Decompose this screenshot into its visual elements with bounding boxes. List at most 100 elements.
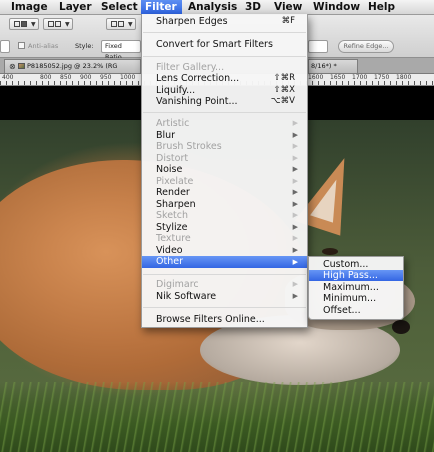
ruler-label: 850 <box>60 74 72 81</box>
document-tab-overflow[interactable]: 8/16*) * <box>308 59 358 73</box>
menu-layer[interactable]: Layer <box>55 0 96 14</box>
filter-dropdown-menu: Sharpen Edges ⌘F Convert for Smart Filte… <box>141 14 308 328</box>
menu-separator <box>143 32 306 33</box>
menu-separator <box>143 274 306 275</box>
submenu-item-high-pass[interactable]: High Pass... <box>309 270 403 281</box>
menu-3d[interactable]: 3D <box>241 0 265 14</box>
menu-item-lens-correction[interactable]: Lens Correction... ⇧⌘R <box>142 73 307 84</box>
menu-item-sketch: Sketch ▶ <box>142 210 307 221</box>
menu-item-label: Distort <box>156 153 189 164</box>
menu-item-browse-filters-online[interactable]: Browse Filters Online... <box>142 314 307 325</box>
document-tab[interactable]: ⊗ P8185052.jpg @ 23.2% (RG <box>4 59 141 73</box>
ruler-label: 950 <box>100 74 112 81</box>
submenu-arrow-icon: ▶ <box>292 188 298 196</box>
menu-item-artistic: Artistic ▶ <box>142 118 307 129</box>
menu-item-label: Sharpen <box>156 199 196 210</box>
refine-edge-button[interactable]: Refine Edge... <box>338 40 394 53</box>
submenu-arrow-icon: ▶ <box>292 154 298 162</box>
image-thumbnail-icon <box>18 63 25 69</box>
add-selection-icon <box>48 21 54 27</box>
menu-item-label: High Pass... <box>323 270 378 281</box>
menu-item-video[interactable]: Video ▶ <box>142 245 307 256</box>
menu-item-sharpen-edges[interactable]: Sharpen Edges ⌘F <box>142 16 307 27</box>
submenu-item-custom[interactable]: Custom... <box>309 259 403 270</box>
selection-mode-icon <box>14 21 20 27</box>
submenu-item-maximum[interactable]: Maximum... <box>309 282 403 293</box>
menu-item-nik-software[interactable]: Nik Software ▶ <box>142 291 307 302</box>
menu-item-convert-smart-filters[interactable]: Convert for Smart Filters <box>142 39 307 50</box>
menu-select[interactable]: Select <box>97 0 142 14</box>
document-tab-suffix: 8/16*) * <box>311 62 337 70</box>
menu-separator <box>143 307 306 308</box>
menu-item-digimarc: Digimarc ▶ <box>142 279 307 290</box>
selection-mode-icon <box>21 21 27 27</box>
menu-item-label: Brush Strokes <box>156 141 222 152</box>
submenu-item-minimum[interactable]: Minimum... <box>309 293 403 304</box>
menu-help[interactable]: Help <box>364 0 399 14</box>
menu-item-label: Texture <box>156 233 191 244</box>
menu-analysis[interactable]: Analysis <box>184 0 241 14</box>
submenu-item-offset[interactable]: Offset... <box>309 305 403 316</box>
height-field[interactable] <box>308 40 328 53</box>
feather-field[interactable] <box>0 40 10 53</box>
close-icon[interactable]: ⊗ <box>9 61 16 73</box>
menu-item-stylize[interactable]: Stylize ▶ <box>142 222 307 233</box>
document-tab-title: P8185052.jpg @ 23.2% (RG <box>27 62 118 70</box>
chevron-down-icon: ▼ <box>128 21 133 28</box>
menu-image[interactable]: Image <box>7 0 52 14</box>
menu-separator <box>143 112 306 113</box>
menu-item-sharpen[interactable]: Sharpen ▶ <box>142 199 307 210</box>
grass <box>0 382 434 452</box>
menu-item-blur[interactable]: Blur ▶ <box>142 130 307 141</box>
menu-item-label: Nik Software <box>156 291 217 302</box>
menu-item-other[interactable]: Other ▶ <box>142 256 307 268</box>
menu-window[interactable]: Window <box>309 0 364 14</box>
submenu-arrow-icon: ▶ <box>292 165 298 173</box>
submenu-arrow-icon: ▶ <box>292 211 298 219</box>
ruler-label: 1000 <box>120 74 136 81</box>
submenu-arrow-icon: ▶ <box>292 119 298 127</box>
menu-item-label: Digimarc <box>156 279 199 290</box>
menu-separator <box>143 56 306 57</box>
menu-item-label: Filter Gallery... <box>156 62 225 73</box>
shortcut-label: ⌘F <box>281 16 295 26</box>
style-select[interactable]: Fixed Ratio <box>101 40 141 61</box>
intersect-selection-icon <box>111 21 117 27</box>
menu-item-liquify[interactable]: Liquify... ⇧⌘X <box>142 85 307 96</box>
menu-item-label: Other <box>156 256 183 267</box>
shortcut-label: ⇧⌘X <box>273 85 295 95</box>
ruler-label: 400 <box>2 74 14 81</box>
tool-preset-button[interactable]: ▼ <box>9 18 39 30</box>
menu-item-label: Blur <box>156 130 176 141</box>
chevron-down-icon: ▼ <box>65 21 70 28</box>
fox-eye <box>322 248 338 255</box>
menu-item-label: Liquify... <box>156 85 196 96</box>
other-submenu: Custom... High Pass... Maximum... Minimu… <box>308 256 404 320</box>
menu-item-pixelate: Pixelate ▶ <box>142 176 307 187</box>
menu-item-label: Pixelate <box>156 176 194 187</box>
submenu-arrow-icon: ▶ <box>292 131 298 139</box>
anti-alias-checkbox[interactable] <box>18 42 25 49</box>
menu-item-label: Maximum... <box>323 282 379 293</box>
app-menu-bar: Image Layer Select Filter Analysis 3D Vi… <box>0 0 434 15</box>
menu-item-render[interactable]: Render ▶ <box>142 187 307 198</box>
submenu-arrow-icon: ▶ <box>292 177 298 185</box>
menu-filter[interactable]: Filter <box>141 0 182 14</box>
menu-item-filter-gallery: Filter Gallery... <box>142 62 307 73</box>
ruler-label: 1750 <box>374 74 390 81</box>
selection-intersect-button[interactable]: ▼ <box>106 18 136 30</box>
menu-item-label: Noise <box>156 164 183 175</box>
submenu-arrow-icon: ▶ <box>292 200 298 208</box>
menu-item-label: Vanishing Point... <box>156 96 238 107</box>
selection-combine-button[interactable]: ▼ <box>43 18 73 30</box>
submenu-arrow-icon: ▶ <box>292 234 298 242</box>
fox-nose <box>392 320 410 334</box>
menu-item-label: Sketch <box>156 210 189 221</box>
menu-item-vanishing-point[interactable]: Vanishing Point... ⌥⌘V <box>142 96 307 107</box>
style-label: Style: <box>75 42 94 50</box>
menu-item-noise[interactable]: Noise ▶ <box>142 164 307 175</box>
shortcut-label: ⇧⌘R <box>273 73 295 83</box>
menu-item-label: Lens Correction... <box>156 73 240 84</box>
menu-view[interactable]: View <box>270 0 306 14</box>
submenu-arrow-icon: ▶ <box>292 223 298 231</box>
